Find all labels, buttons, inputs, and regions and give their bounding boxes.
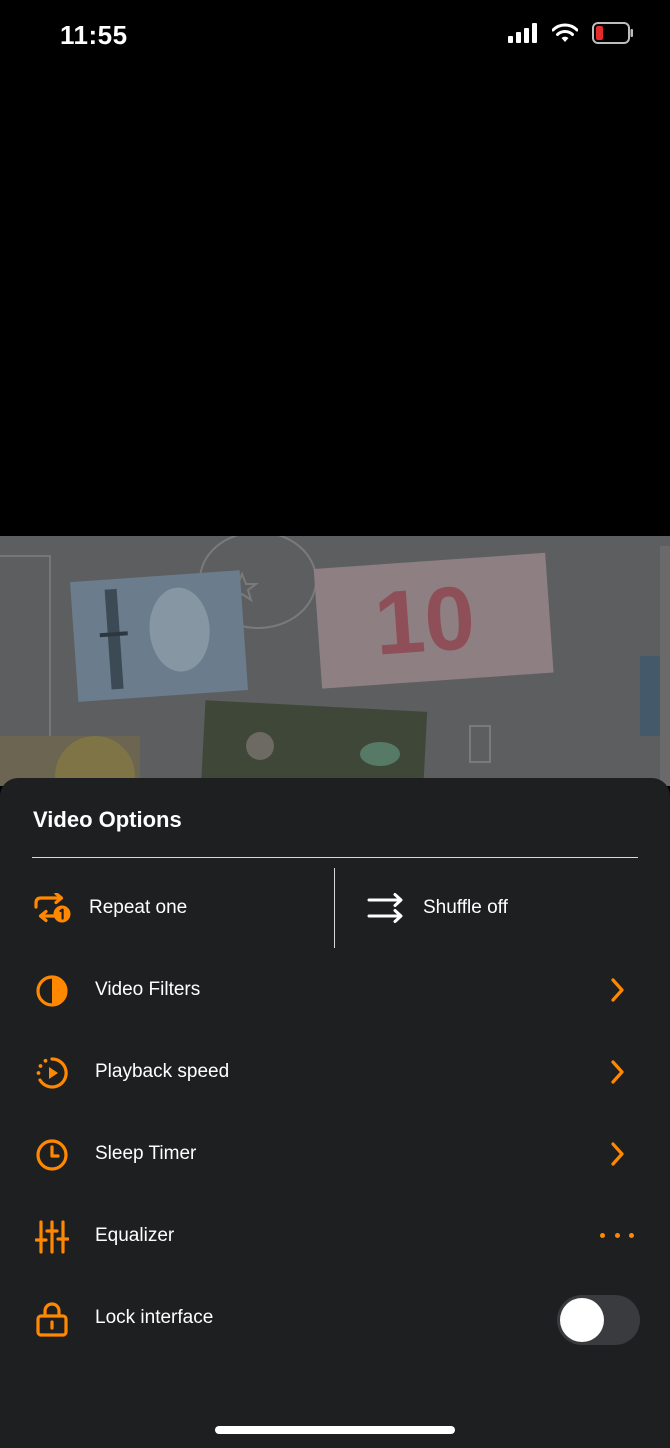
repeat-one-button[interactable]: Repeat one (33, 866, 187, 950)
menu-item-video-filters[interactable]: Video Filters (0, 960, 670, 1020)
shuffle-icon (367, 893, 403, 923)
status-icons (508, 22, 634, 44)
shuffle-label: Shuffle off (423, 897, 508, 918)
wifi-icon (552, 23, 578, 42)
video-frame-illustration: 10 (0, 536, 670, 786)
repeat-one-icon (34, 893, 71, 923)
status-time: 11:55 (60, 20, 128, 50)
menu-item-equalizer[interactable]: Equalizer (0, 1206, 670, 1266)
lock-icon (34, 1301, 70, 1337)
lock-interface-switch[interactable] (557, 1295, 640, 1345)
clock-icon (34, 1137, 70, 1173)
menu-item-label: Video Filters (95, 979, 201, 1000)
status-bar: 11:55 (0, 0, 670, 76)
repeat-label: Repeat one (89, 897, 188, 918)
chevron-right-icon (611, 978, 624, 1002)
signal-icon (508, 23, 537, 43)
video-options-sheet: Video Options Repeat one Shuffle off Vid… (0, 778, 670, 1448)
video-frame: 10 (0, 536, 670, 786)
menu-item-playback-speed[interactable]: Playback speed (0, 1042, 670, 1102)
home-indicator[interactable] (215, 1426, 455, 1434)
toggle-separator (334, 868, 335, 948)
menu-item-label: Lock interface (95, 1307, 214, 1328)
more-icon[interactable] (600, 1224, 634, 1246)
menu-item-lock-interface: Lock interface (0, 1288, 670, 1348)
repeat-shuffle-row: Repeat one Shuffle off (0, 866, 670, 950)
chevron-right-icon (611, 1060, 624, 1084)
shuffle-button[interactable]: Shuffle off (367, 866, 508, 950)
battery-low-icon (592, 22, 633, 44)
menu-item-label: Equalizer (95, 1225, 175, 1246)
divider (32, 857, 638, 858)
chevron-right-icon (611, 1142, 624, 1166)
menu-item-sleep-timer[interactable]: Sleep Timer (0, 1124, 670, 1184)
sheet-title: Video Options (33, 807, 182, 832)
thumbnail-text: 10 (371, 568, 478, 675)
equalizer-icon (34, 1219, 70, 1255)
video-player[interactable] (0, 76, 670, 536)
switch-knob (560, 1298, 604, 1342)
playback-speed-icon (34, 1055, 70, 1091)
menu-item-label: Playback speed (95, 1061, 230, 1082)
menu-item-label: Sleep Timer (95, 1143, 197, 1164)
contrast-icon (34, 973, 70, 1009)
